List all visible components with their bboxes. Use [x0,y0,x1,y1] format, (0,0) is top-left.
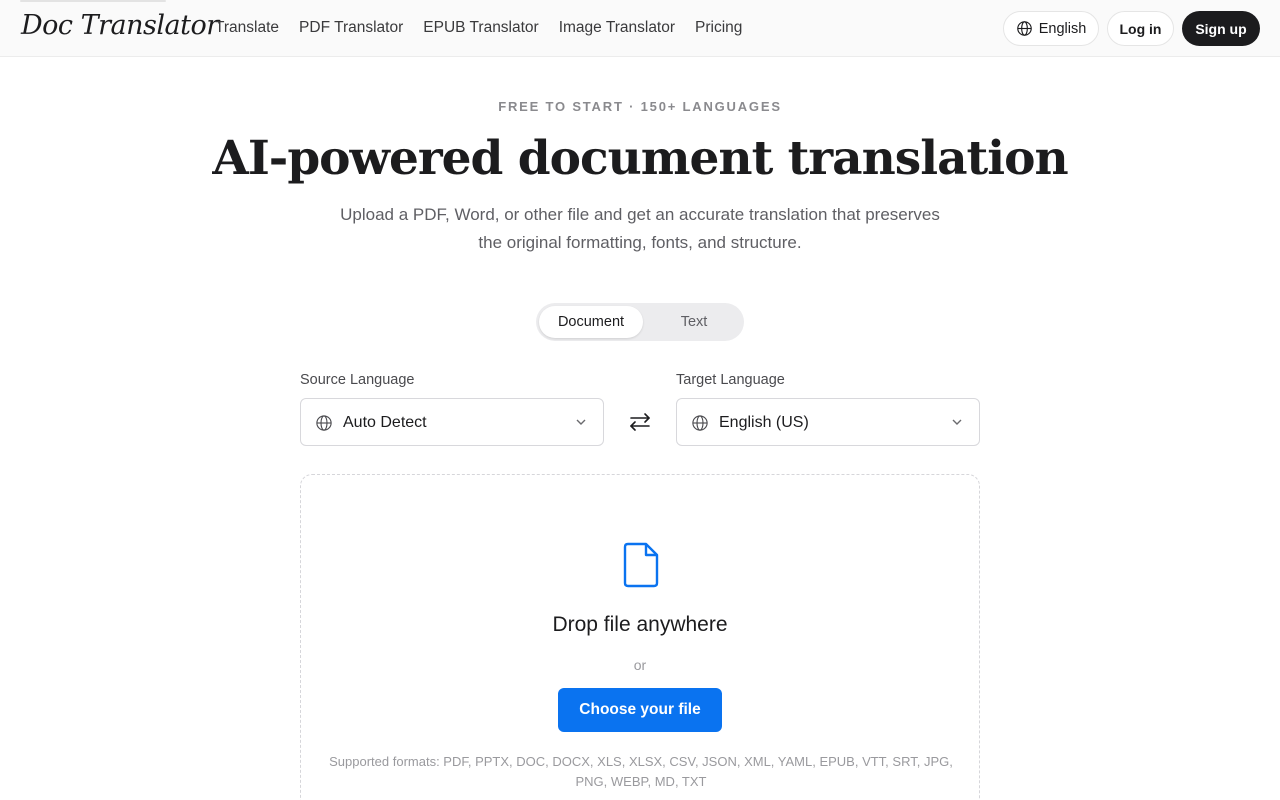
globe-icon [316,415,332,431]
tab-document[interactable]: Document [539,306,643,338]
tab-text[interactable]: Text [650,306,738,338]
nav-link-epub-translator[interactable]: EPUB Translator [423,19,538,37]
supported-formats: Supported formats: PDF, PPTX, DOC, DOCX,… [329,754,953,789]
source-language-label: Source Language [300,372,415,388]
target-language-label: Target Language [676,372,785,388]
hero-eyebrow: FREE TO START · 150+ LANGUAGES [498,99,782,114]
dropzone-title: Drop file anywhere [552,613,728,636]
target-language-value: English (US) [719,414,809,431]
login-button[interactable]: Log in [1107,11,1174,46]
source-language-value: Auto Detect [343,414,427,431]
mode-toggle: Document Text [536,303,744,341]
signup-button[interactable]: Sign up [1182,11,1260,46]
nav-link-pdf-translator[interactable]: PDF Translator [299,19,403,37]
file-dropzone[interactable]: Drop file anywhere or Choose your file S… [300,474,980,800]
hero-subtitle: Upload a PDF, Word, or other file and ge… [340,205,940,252]
main-nav: Translate PDF Translator EPUB Translator… [215,19,742,37]
dropzone-or: or [633,657,647,673]
globe-icon [1016,21,1032,36]
nav-link-pricing[interactable]: Pricing [695,19,742,37]
language-button-label: English [1038,20,1087,37]
language-button[interactable]: English [1003,11,1099,46]
swap-arrows-icon[interactable] [628,410,652,434]
file-icon [623,542,659,588]
choose-file-button[interactable]: Choose your file [558,688,722,732]
target-language-select[interactable]: English (US) [676,398,980,446]
site-header: Doc Translator Translate PDF Translator … [0,0,1280,57]
chevron-down-icon [952,419,962,425]
page-title: AI-powered document translation [212,131,1068,186]
logo-divider [20,0,166,2]
nav-link-image-translator[interactable]: Image Translator [559,19,675,37]
source-language-select[interactable]: Auto Detect [300,398,604,446]
globe-icon [692,415,708,431]
logo[interactable]: Doc Translator [21,10,219,41]
chevron-down-icon [576,419,586,425]
nav-link-translate[interactable]: Translate [215,19,279,37]
